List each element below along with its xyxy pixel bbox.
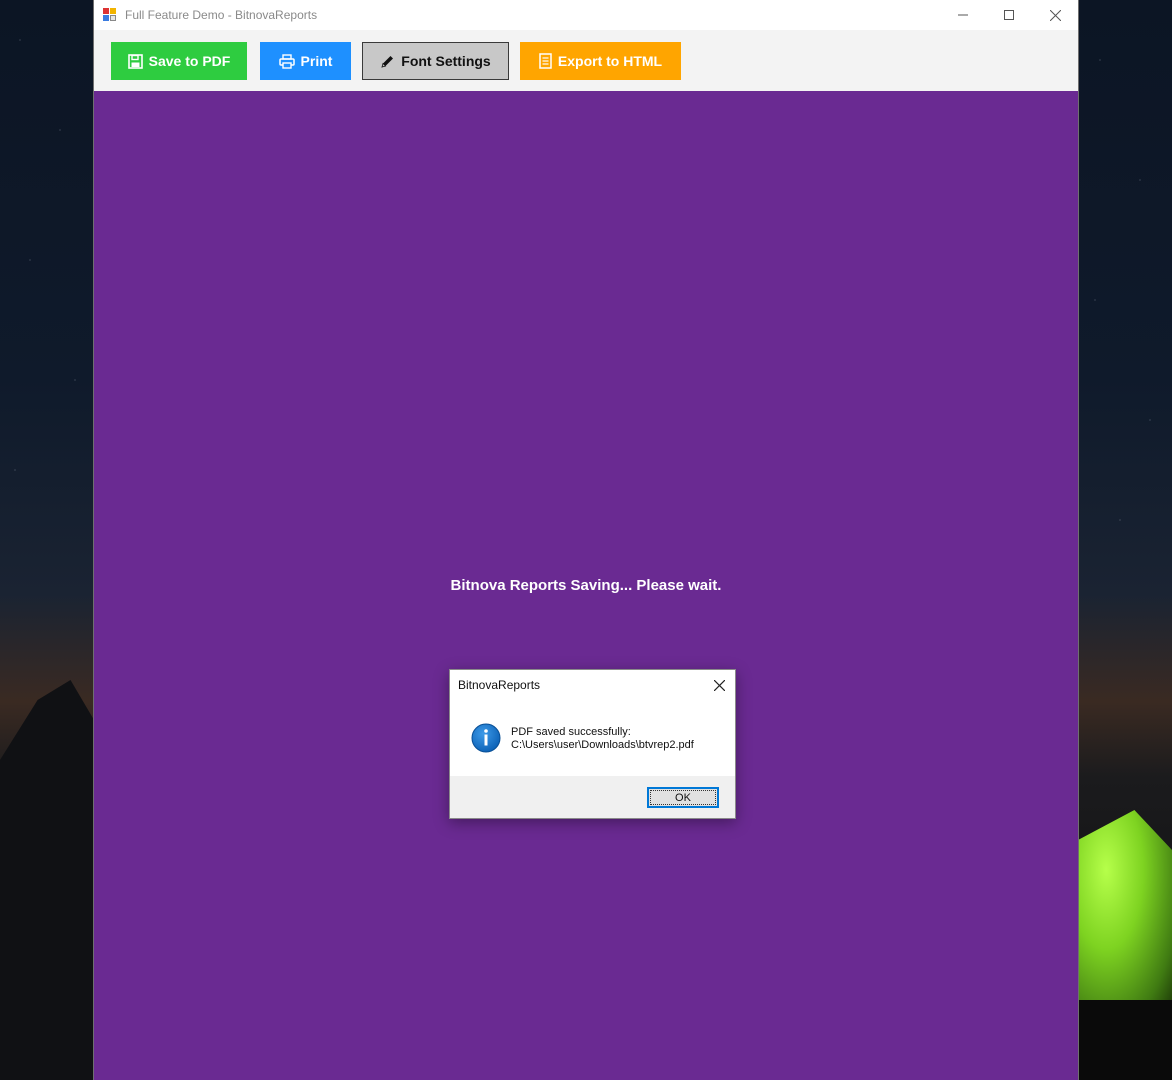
floppy-disk-icon: [127, 53, 143, 69]
info-icon: [471, 723, 501, 753]
window-title: Full Feature Demo - BitnovaReports: [125, 8, 318, 22]
save-to-pdf-button[interactable]: Save to PDF: [111, 42, 247, 80]
dialog-titlebar[interactable]: BitnovaReports: [450, 670, 735, 700]
message-box-dialog: BitnovaReports PDF saved successfully: C…: [449, 669, 736, 819]
saving-status-text: Bitnova Reports Saving... Please wait.: [450, 577, 722, 594]
toolbar: Save to PDF Print Font Settings Export t…: [94, 30, 1078, 90]
close-icon: [713, 679, 725, 691]
minimize-icon: [958, 14, 968, 16]
font-settings-label: Font Settings: [401, 53, 491, 69]
desktop-ground: [1078, 1000, 1172, 1080]
maximize-button[interactable]: [986, 0, 1032, 30]
pencil-icon: [380, 54, 395, 69]
dialog-message: PDF saved successfully: C:\Users\user\Do…: [511, 726, 694, 752]
dialog-footer: OK: [450, 776, 735, 818]
close-button[interactable]: [1032, 0, 1078, 30]
desktop-tent: [1078, 810, 1172, 1010]
app-icon: [103, 8, 117, 22]
font-settings-button[interactable]: Font Settings: [362, 42, 509, 80]
minimize-button[interactable]: [940, 0, 986, 30]
close-icon: [1049, 9, 1061, 21]
save-to-pdf-label: Save to PDF: [148, 53, 231, 69]
dialog-close-button[interactable]: [709, 675, 729, 695]
export-to-html-button[interactable]: Export to HTML: [520, 42, 681, 80]
report-content-area: Bitnova Reports Saving... Please wait.: [94, 91, 1078, 1080]
print-label: Print: [300, 53, 333, 69]
ok-button[interactable]: OK: [647, 787, 719, 808]
ok-label: OK: [675, 791, 691, 804]
export-to-html-label: Export to HTML: [557, 53, 663, 69]
dialog-body: PDF saved successfully: C:\Users\user\Do…: [450, 700, 735, 776]
window-controls: [940, 0, 1078, 30]
app-window: Full Feature Demo - BitnovaReports Save …: [93, 0, 1079, 1080]
window-titlebar[interactable]: Full Feature Demo - BitnovaReports: [94, 0, 1078, 30]
printer-icon: [278, 53, 295, 69]
dialog-title: BitnovaReports: [458, 678, 541, 692]
dialog-message-line1: PDF saved successfully:: [511, 726, 631, 738]
document-icon: [539, 53, 552, 69]
dialog-message-line2: C:\Users\user\Downloads\btvrep2.pdf: [511, 739, 694, 751]
maximize-icon: [1004, 10, 1014, 20]
print-button[interactable]: Print: [260, 42, 351, 80]
desktop-mountain: [0, 680, 94, 1080]
